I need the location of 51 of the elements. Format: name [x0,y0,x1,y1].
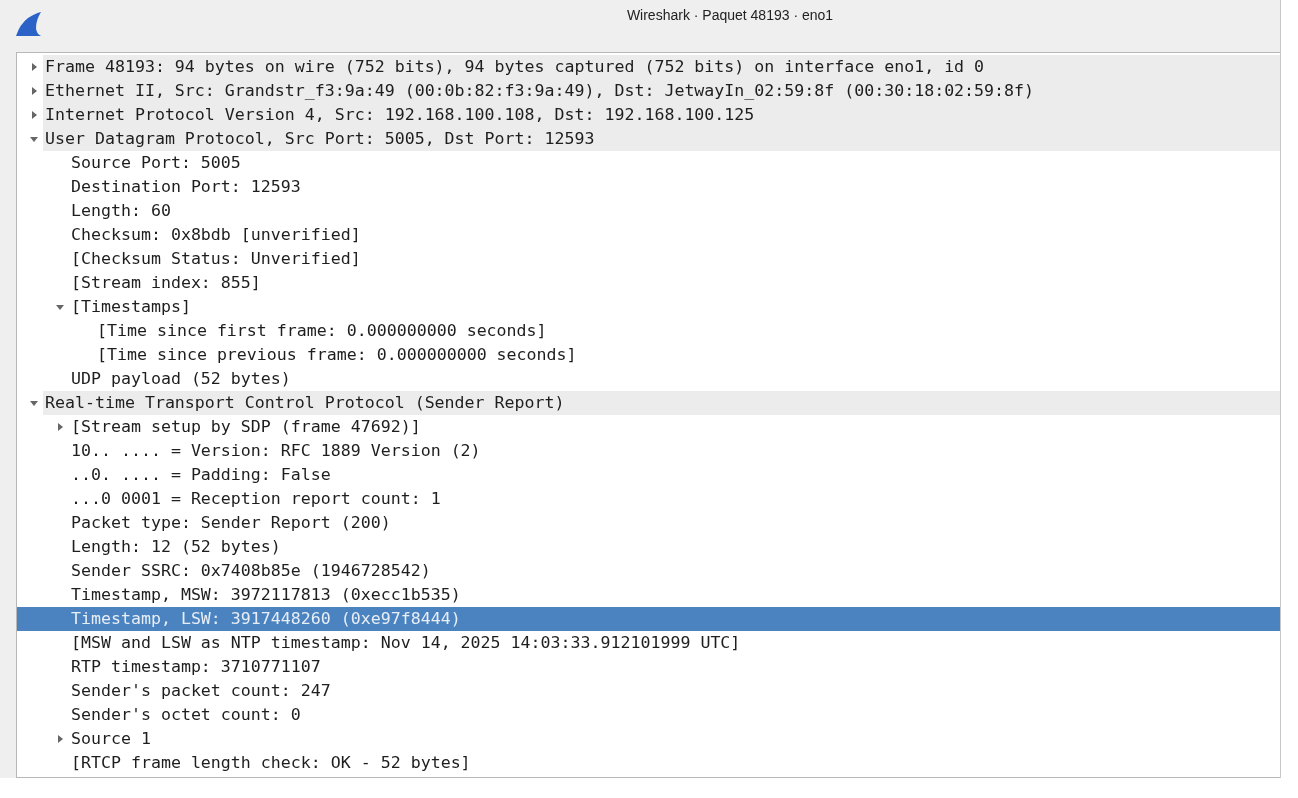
tree-row[interactable]: Sender SSRC: 0x7408b85e (1946728542) [17,559,1280,583]
tree-row[interactable]: Length: 60 [17,199,1280,223]
tree-item-label: Sender's packet count: 247 [70,680,332,702]
tree-row[interactable]: [Checksum Status: Unverified] [17,247,1280,271]
tree-item-label: [Stream index: 855] [70,272,262,294]
tree-item-label: Checksum: 0x8bdb [unverified] [70,224,362,246]
tree-row[interactable]: [Timestamps] [17,295,1280,319]
tree-row[interactable]: Source 1 [17,727,1280,751]
tree-row[interactable]: [Time since first frame: 0.000000000 seconds] [17,319,1280,343]
tree-item-label: Length: 12 (52 bytes) [70,536,282,558]
tree-item-label: ...0 0001 = Reception report count: 1 [70,488,442,510]
tree-item-label: Timestamp, LSW: 3917448260 (0xe97f8444) [70,608,462,630]
tree-item-label: Source Port: 5005 [70,152,242,174]
tree-row[interactable]: Sender's octet count: 0 [17,703,1280,727]
tree-row[interactable]: UDP payload (52 bytes) [17,367,1280,391]
tree-item-label: ..0. .... = Padding: False [70,464,332,486]
tree-row[interactable]: 10.. .... = Version: RFC 1889 Version (2) [17,439,1280,463]
tree-item-label: [Timestamps] [70,296,192,318]
tree-row[interactable]: Destination Port: 12593 [17,175,1280,199]
tree-row[interactable]: Sender's packet count: 247 [17,679,1280,703]
tree-item-label: [Checksum Status: Unverified] [70,248,362,270]
tree-item-label: UDP payload (52 bytes) [70,368,292,390]
tree-item-label: Length: 60 [70,200,172,222]
tree-row[interactable]: Packet type: Sender Report (200) [17,511,1280,535]
tree-row[interactable]: ..0. .... = Padding: False [17,463,1280,487]
tree-item-label: Packet type: Sender Report (200) [70,512,392,534]
tree-item-label: [RTCP frame length check: OK - 52 bytes] [70,752,472,774]
tree-item-label: Source 1 [70,728,152,750]
tree-row[interactable]: Checksum: 0x8bdb [unverified] [17,223,1280,247]
tree-item-label: Destination Port: 12593 [70,176,302,198]
tree-row[interactable]: [RTCP frame length check: OK - 52 bytes] [17,751,1280,775]
shark-fin-icon [14,10,42,38]
tree-item-label: [Time since first frame: 0.000000000 seconds] [96,320,548,342]
tree-item-label: Timestamp, MSW: 3972117813 (0xecc1b535) [70,584,462,606]
tree-row[interactable]: Timestamp, MSW: 3972117813 (0xecc1b535) [17,583,1280,607]
tree-item-label: Sender SSRC: 0x7408b85e (1946728542) [70,560,432,582]
tree-item-label: [MSW and LSW as NTP timestamp: Nov 14, 2025 14:03:33.912101999 UTC] [70,632,742,654]
tree-row[interactable]: [Time since previous frame: 0.000000000 seconds] [17,343,1280,367]
tree-item-label: 10.. .... = Version: RFC 1889 Version (2) [70,440,482,462]
tree-row[interactable]: Source Port: 5005 [17,151,1280,175]
tree-row[interactable]: [Stream index: 855] [17,271,1280,295]
window-title: Wireshark · Paquet 48193 · eno1 [625,7,835,23]
tree-row[interactable]: Length: 12 (52 bytes) [17,535,1280,559]
tree-row[interactable]: [MSW and LSW as NTP timestamp: Nov 14, 2025 14:03:33.912101999 UTC] [17,631,1280,655]
tree-item-label: Sender's octet count: 0 [70,704,302,726]
tree-item-label: [Time since previous frame: 0.000000000 seconds] [96,344,578,366]
tree-row[interactable]: [Stream setup by SDP (frame 47692)] [17,415,1280,439]
tree-row[interactable]: RTP timestamp: 3710771107 [17,655,1280,679]
tree-item-label: RTP timestamp: 3710771107 [70,656,322,678]
tree-item-label: [Stream setup by SDP (frame 47692)] [70,416,422,438]
tree-row[interactable]: ...0 0001 = Reception report count: 1 [17,487,1280,511]
